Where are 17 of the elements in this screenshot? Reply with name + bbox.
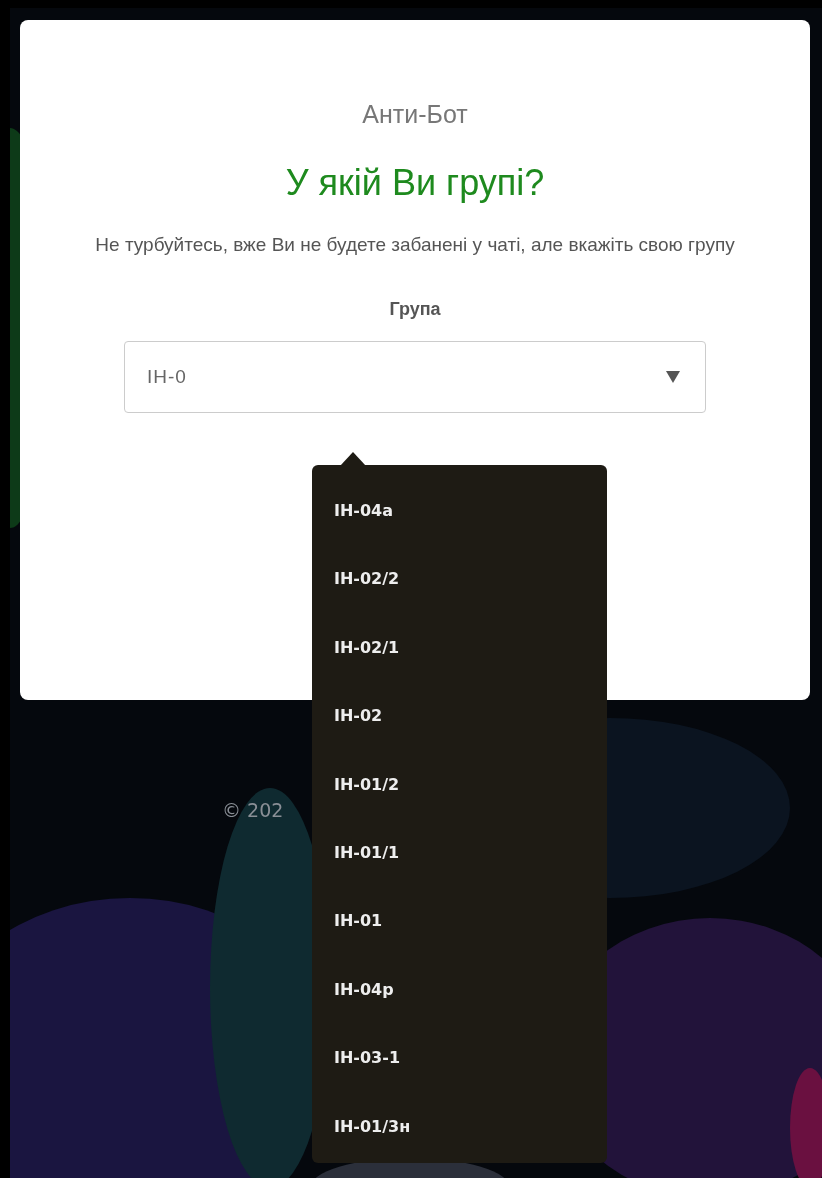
dropdown-item[interactable]: ІН-02/1	[312, 613, 607, 683]
dropdown-item[interactable]: ІН-04р	[312, 955, 607, 1025]
dropdown-item[interactable]: ІН-02/2	[312, 545, 607, 614]
dropdown-item[interactable]: ІН-04а	[312, 477, 607, 546]
dropdown-item[interactable]: ІН-01	[312, 887, 607, 956]
copyright-text: © 202	[222, 798, 284, 823]
dropdown-item[interactable]: ІН-01/3н	[312, 1092, 607, 1161]
dropdown-item[interactable]: ІН-02	[312, 682, 607, 751]
description-text: Не турбуйтесь, вже Ви не будете забанені у чаті, але вкажіть свою групу	[95, 232, 735, 257]
caret-icon	[666, 370, 680, 383]
dropdown-item[interactable]: ІН-01/1	[312, 818, 607, 888]
heading: У якій Ви групі?	[285, 160, 545, 205]
group-select-field[interactable]: ІН-0	[124, 340, 706, 413]
overline-text: Анти-Бот	[362, 99, 468, 130]
dropdown-item[interactable]: ІН-03-1	[312, 1024, 607, 1093]
field-label: Група	[389, 297, 441, 321]
dropdown-item[interactable]: ІН-01/2	[312, 750, 607, 819]
